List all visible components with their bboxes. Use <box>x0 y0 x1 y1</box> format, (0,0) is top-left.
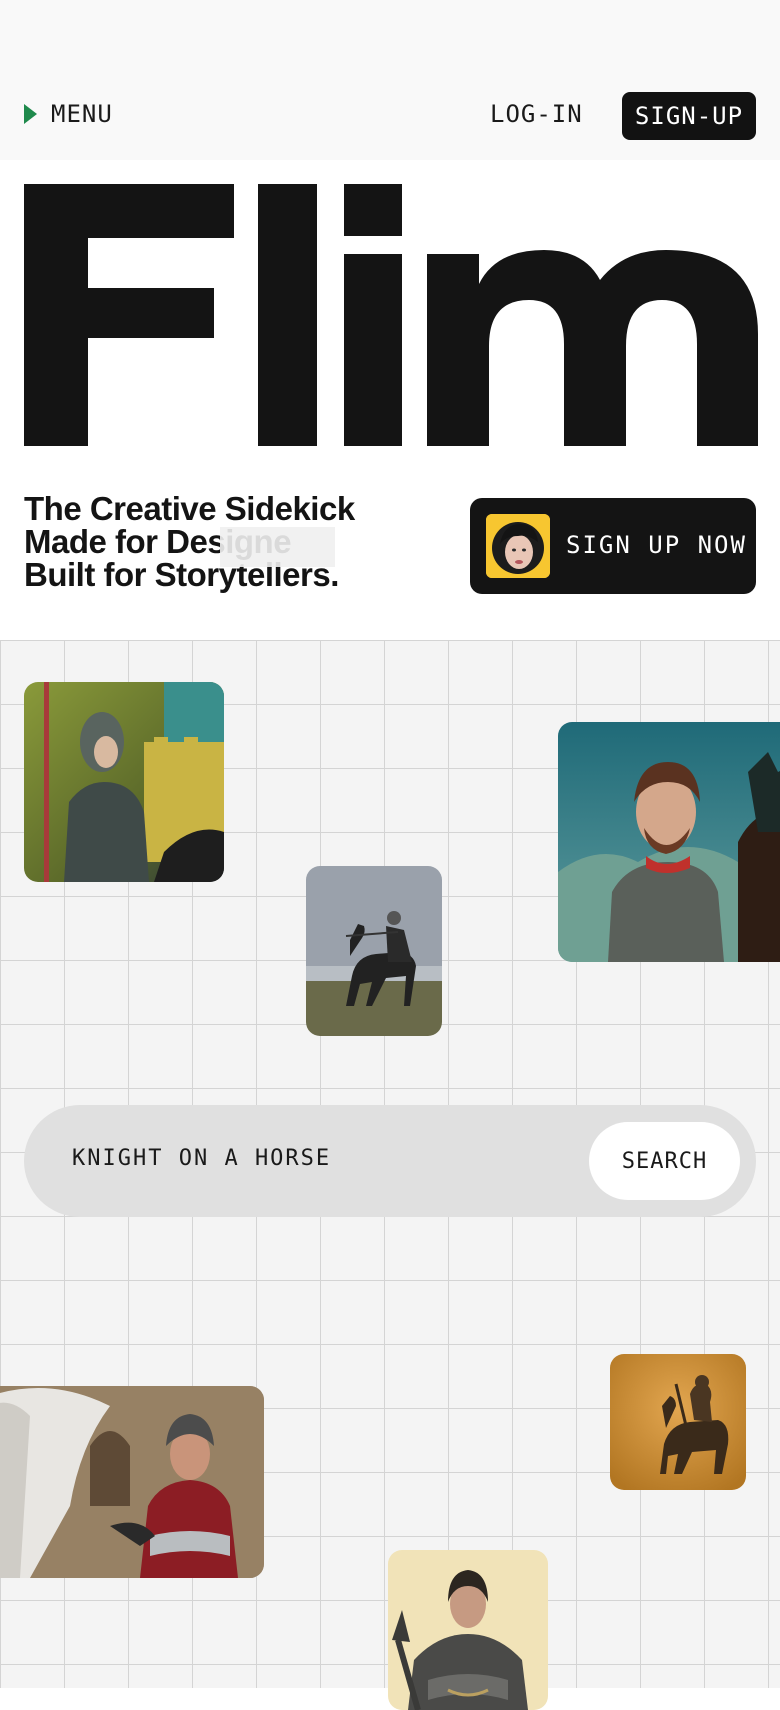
sign-up-now-button[interactable]: SIGN UP NOW <box>470 498 756 594</box>
flim-logo <box>24 184 758 451</box>
signup-button[interactable]: SIGN-UP <box>622 92 756 140</box>
tagline-line-1: The Creative Sidekick <box>24 490 355 527</box>
login-link[interactable]: LOG-IN <box>490 100 583 128</box>
armored-woman-image[interactable] <box>388 1550 548 1710</box>
rider-black-horse-image[interactable] <box>306 866 442 1036</box>
knight-chainmail-image[interactable] <box>24 682 224 882</box>
search-input[interactable]: KNIGHT ON A HORSE <box>72 1146 331 1171</box>
menu-triangle-icon <box>24 104 37 124</box>
search-button[interactable]: SEARCH <box>589 1122 740 1200</box>
typing-highlight <box>220 527 335 567</box>
bearded-knight-image[interactable] <box>558 722 780 962</box>
avatar <box>486 514 550 578</box>
sign-up-now-label: SIGN UP NOW <box>566 531 747 559</box>
knight-white-horse-image[interactable] <box>0 1386 264 1578</box>
golden-statue-image[interactable] <box>610 1354 746 1490</box>
menu-button[interactable]: MENU <box>24 100 113 128</box>
menu-label: MENU <box>51 100 113 128</box>
